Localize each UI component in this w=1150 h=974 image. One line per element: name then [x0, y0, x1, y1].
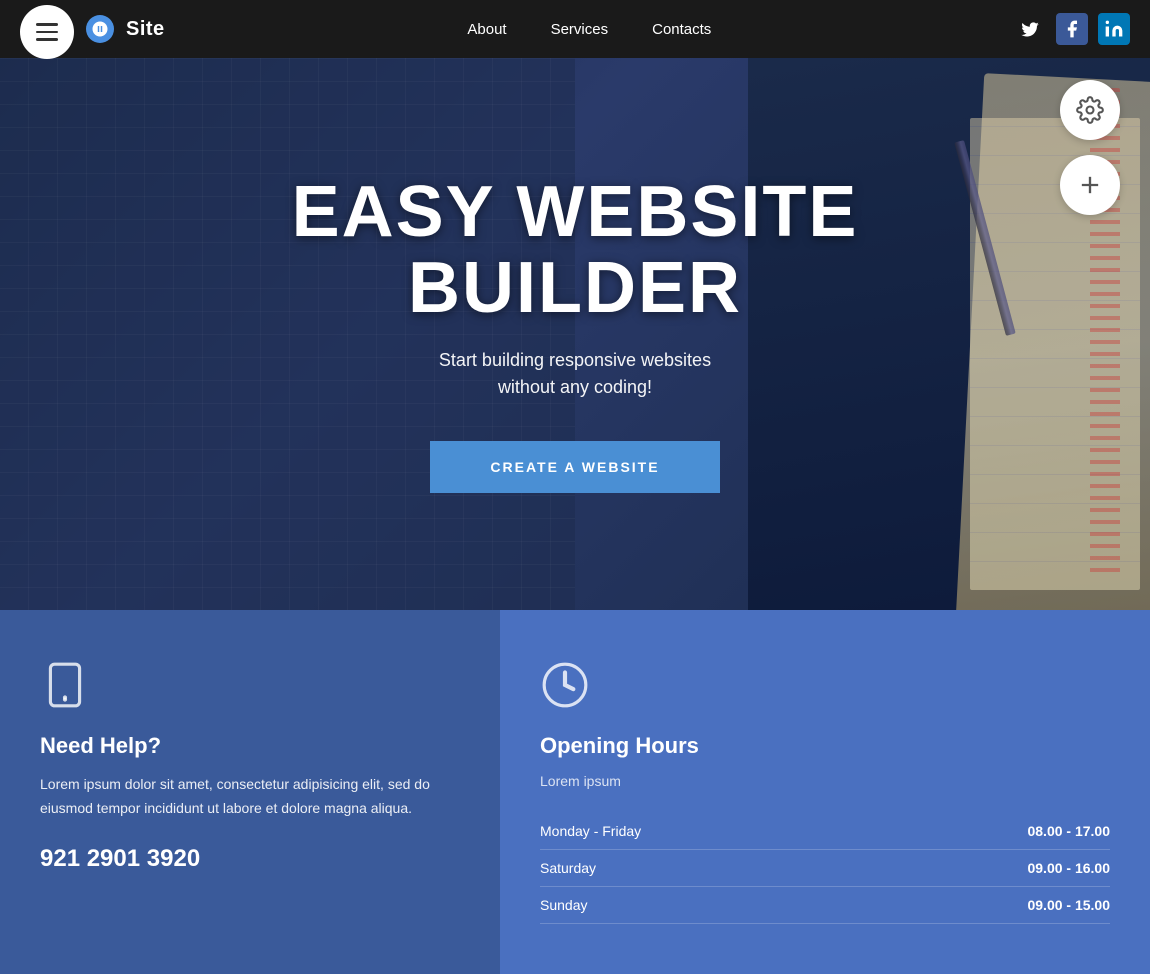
- nav-about[interactable]: About: [445, 0, 528, 58]
- facebook-icon[interactable]: [1056, 13, 1088, 45]
- cards-row: Need Help? Lorem ipsum dolor sit amet, c…: [0, 610, 1150, 974]
- hours-day: Saturday: [540, 850, 854, 887]
- settings-fab-button[interactable]: [1060, 80, 1120, 140]
- site-logo-icon: [86, 15, 114, 43]
- hours-day: Sunday: [540, 887, 854, 924]
- help-card: Need Help? Lorem ipsum dolor sit amet, c…: [0, 610, 500, 974]
- linkedin-icon[interactable]: [1098, 13, 1130, 45]
- hero-subtitle: Start building responsive websites witho…: [292, 347, 859, 401]
- hours-row: Sunday09.00 - 15.00: [540, 887, 1110, 924]
- hero-content: EASY WEBSITE BUILDER Start building resp…: [292, 175, 859, 492]
- add-fab-button[interactable]: [1060, 155, 1120, 215]
- settings-icon: [1076, 96, 1104, 124]
- hero-section: EASY WEBSITE BUILDER Start building resp…: [0, 0, 1150, 610]
- nav-contacts[interactable]: Contacts: [630, 0, 733, 58]
- hours-row: Saturday09.00 - 16.00: [540, 850, 1110, 887]
- tablet-icon: [40, 660, 460, 715]
- navbar-brand: Site: [20, 2, 165, 56]
- navbar: Site About Services Contacts: [0, 0, 1150, 58]
- hours-time: 09.00 - 15.00: [854, 887, 1110, 924]
- cta-button[interactable]: CREATE A WEBSITE: [430, 441, 719, 493]
- navbar-social: [1014, 13, 1130, 45]
- twitter-icon[interactable]: [1014, 13, 1046, 45]
- help-card-title: Need Help?: [40, 733, 460, 759]
- hours-table: Monday - Friday08.00 - 17.00Saturday09.0…: [540, 813, 1110, 924]
- hours-card: Opening Hours Lorem ipsum Monday - Frida…: [500, 610, 1150, 974]
- hours-card-title: Opening Hours: [540, 733, 1110, 759]
- navbar-nav: About Services Contacts: [445, 0, 733, 58]
- hamburger-icon: [36, 23, 58, 41]
- hero-title: EASY WEBSITE BUILDER: [292, 175, 859, 326]
- plus-icon: [1076, 171, 1104, 199]
- help-card-phone: 921 2901 3920: [40, 845, 460, 873]
- hours-day: Monday - Friday: [540, 813, 854, 850]
- hamburger-button[interactable]: [20, 5, 74, 59]
- help-card-desc: Lorem ipsum dolor sit amet, consectetur …: [40, 773, 460, 821]
- clock-icon: [540, 660, 1110, 715]
- hours-card-subtitle: Lorem ipsum: [540, 773, 1110, 789]
- hours-time: 08.00 - 17.00: [854, 813, 1110, 850]
- hours-row: Monday - Friday08.00 - 17.00: [540, 813, 1110, 850]
- nav-services[interactable]: Services: [529, 0, 631, 58]
- hours-time: 09.00 - 16.00: [854, 850, 1110, 887]
- site-name: Site: [126, 18, 165, 41]
